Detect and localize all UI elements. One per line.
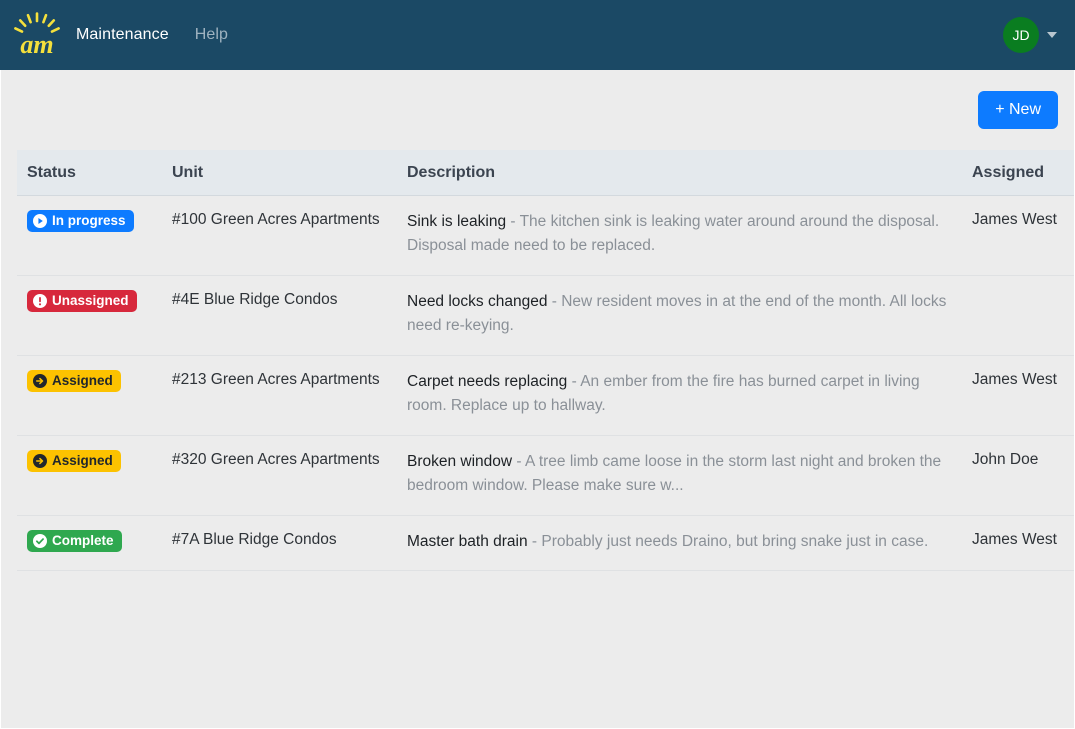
status-badge-label: In progress bbox=[52, 213, 126, 229]
cell-unit: #320 Green Acres Apartments bbox=[162, 435, 397, 516]
cell-assigned bbox=[962, 275, 1074, 356]
top-navbar: am Maintenance Help JD bbox=[0, 0, 1075, 70]
cell-status: In progress bbox=[17, 195, 162, 276]
cell-assigned: James West bbox=[962, 355, 1074, 436]
description-title: Sink is leaking bbox=[407, 213, 507, 230]
main-content: + New Status Unit Description Assigned I… bbox=[0, 70, 1075, 729]
cell-description: Need locks changed - New resident moves … bbox=[397, 275, 962, 356]
column-header-description[interactable]: Description bbox=[397, 150, 962, 196]
sun-rays-logo-icon: am bbox=[14, 12, 60, 58]
table-row[interactable]: Assigned #213 Green Acres Apartments Carpe… bbox=[17, 355, 1074, 436]
navbar-links: Maintenance Help bbox=[76, 26, 228, 44]
cell-unit: #4E Blue Ridge Condos bbox=[162, 275, 397, 356]
table-header: Status Unit Description Assigned bbox=[17, 150, 1074, 196]
description-body: - Probably just needs Draino, but bring … bbox=[527, 532, 929, 550]
arrow-right-circle-icon bbox=[33, 373, 47, 388]
new-request-button[interactable]: + New bbox=[978, 91, 1058, 129]
cell-unit: #213 Green Acres Apartments bbox=[162, 355, 397, 436]
cell-status: Complete bbox=[17, 515, 162, 572]
chevron-down-icon[interactable] bbox=[1047, 32, 1057, 38]
column-header-unit[interactable]: Unit bbox=[162, 150, 397, 196]
cell-description: Master bath drain - Probably just needs … bbox=[397, 515, 962, 572]
exclamation-circle-icon bbox=[33, 293, 47, 308]
description-title: Need locks changed bbox=[407, 292, 548, 310]
status-badge: In progress bbox=[27, 210, 134, 232]
cell-unit: #100 Green Acres Apartments bbox=[162, 195, 397, 276]
cell-status: Assigned bbox=[17, 355, 162, 436]
check-circle-icon bbox=[33, 533, 47, 548]
status-badge-label: Assigned bbox=[52, 453, 113, 469]
svg-text:am: am bbox=[20, 30, 53, 58]
cell-assigned: James West bbox=[962, 195, 1074, 276]
maintenance-requests-table: Status Unit Description Assigned In prog… bbox=[17, 150, 1074, 572]
table-row[interactable]: In progress #100 Green Acres Apartments Si… bbox=[17, 195, 1074, 276]
arrow-right-circle-icon bbox=[33, 453, 47, 468]
avatar[interactable]: JD bbox=[1003, 17, 1039, 53]
table-header-row: Status Unit Description Assigned bbox=[17, 150, 1074, 196]
status-badge: Assigned bbox=[27, 369, 121, 392]
navbar-user-area: JD bbox=[1003, 17, 1059, 53]
nav-link-maintenance[interactable]: Maintenance bbox=[76, 26, 169, 44]
status-badge: Assigned bbox=[27, 449, 121, 472]
status-badge: Complete bbox=[27, 529, 122, 552]
play-circle-icon bbox=[33, 214, 47, 228]
status-badge: Unassigned bbox=[27, 289, 137, 312]
app-logo[interactable]: am bbox=[12, 11, 62, 59]
toolbar: + New bbox=[17, 70, 1058, 150]
nav-link-help[interactable]: Help bbox=[195, 26, 228, 44]
description-title: Carpet needs replacing bbox=[407, 372, 568, 390]
table-row[interactable]: Complete #7A Blue Ridge Condos Master bath… bbox=[17, 515, 1074, 572]
table-row[interactable]: Unassigned #4E Blue Ridge Condos Need lock… bbox=[17, 275, 1074, 356]
cell-description: Sink is leaking - The kitchen sink is le… bbox=[397, 195, 962, 276]
cell-description: Carpet needs replacing - An ember from t… bbox=[397, 355, 962, 436]
cell-assigned: James West bbox=[962, 515, 1074, 572]
status-badge-label: Unassigned bbox=[52, 293, 129, 309]
cell-status: Assigned bbox=[17, 435, 162, 516]
table-body: In progress #100 Green Acres Apartments Si… bbox=[17, 195, 1074, 572]
cell-status: Unassigned bbox=[17, 275, 162, 356]
column-header-assigned[interactable]: Assigned bbox=[962, 150, 1074, 196]
description-title: Broken window bbox=[407, 452, 513, 470]
cell-unit: #7A Blue Ridge Condos bbox=[162, 515, 397, 572]
column-header-status[interactable]: Status bbox=[17, 150, 162, 196]
table-row[interactable]: Assigned #320 Green Acres Apartments Broke… bbox=[17, 435, 1074, 516]
cell-description: Broken window - A tree limb came loose i… bbox=[397, 435, 962, 516]
app-root: am Maintenance Help JD + New Status Unit… bbox=[0, 0, 1075, 729]
cell-assigned: John Doe bbox=[962, 435, 1074, 516]
description-title: Master bath drain bbox=[407, 532, 528, 550]
status-badge-label: Assigned bbox=[52, 373, 113, 389]
status-badge-label: Complete bbox=[52, 533, 114, 549]
